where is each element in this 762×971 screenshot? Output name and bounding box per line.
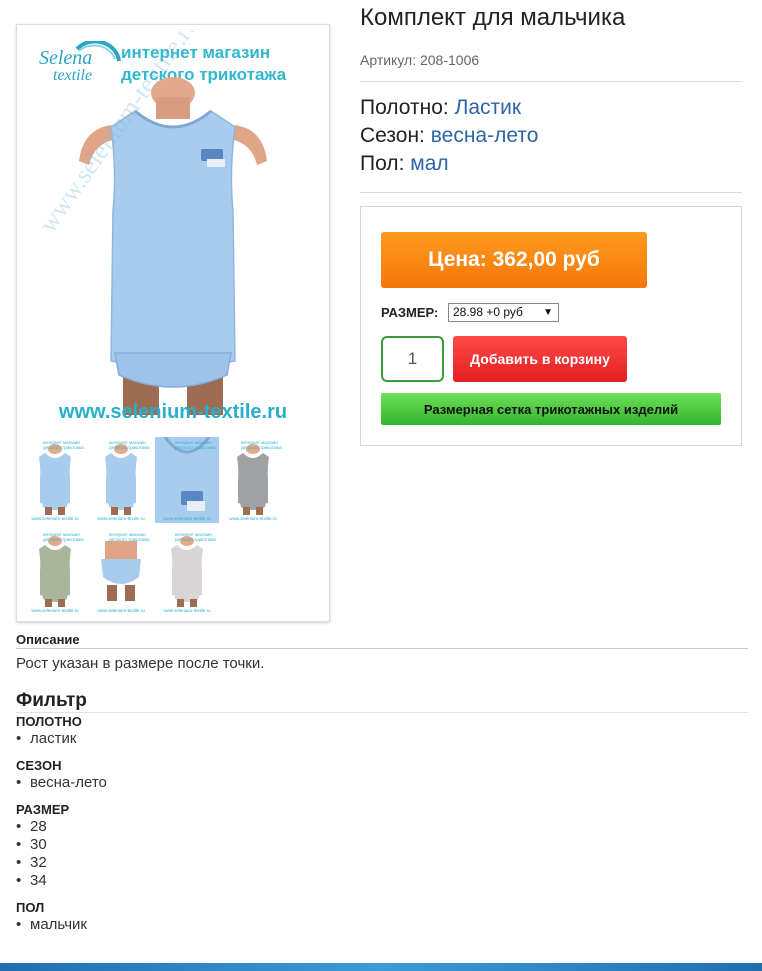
chevron-down-icon: ▼	[543, 307, 553, 318]
svg-text:www.selenium-textile.ru: www.selenium-textile.ru	[163, 516, 211, 521]
svg-text:www.selenium-textile.ru: www.selenium-textile.ru	[31, 608, 79, 613]
divider	[360, 81, 742, 82]
price-button[interactable]: Цена: 362,00 руб	[381, 232, 647, 288]
svg-text:www.selenium-textile.ru: www.selenium-textile.ru	[97, 608, 145, 613]
filter-item[interactable]: • 30	[16, 836, 47, 853]
thumbnail-image: интернет магазин детского трикотажа www.…	[97, 532, 150, 613]
divider	[16, 712, 748, 713]
filter-group-title: СЕЗОН	[16, 758, 62, 773]
description-text: Рост указан в размере после точки.	[16, 655, 265, 672]
gallery-thumbnail[interactable]: интернет магазин детского трикотажа www.…	[23, 437, 87, 523]
main-product-photo[interactable]: Selena textile интернет магазин детского…	[23, 31, 323, 431]
product-gallery: Selena textile интернет магазин детского…	[16, 24, 330, 622]
gallery-thumbnail[interactable]: интернет магазин детского трикотажа www.…	[155, 437, 219, 523]
filter-item[interactable]: • мальчик	[16, 916, 87, 933]
site-url: www.selenium-textile.ru	[58, 401, 288, 423]
attribute-value-link[interactable]: весна-лето	[431, 124, 539, 147]
purchase-panel: Цена: 362,00 руб РАЗМЕР: 28.98 +0 руб ▼ …	[360, 206, 742, 446]
svg-text:детского трикотажа: детского трикотажа	[43, 445, 84, 450]
attribute-fabric: Полотно: Ластик	[360, 96, 522, 119]
quantity-input[interactable]: 1	[381, 336, 444, 382]
thumbnail-image: интернет магазин детского трикотажа www.…	[229, 440, 282, 521]
svg-text:www.selenium-textile.ru: www.selenium-textile.ru	[31, 516, 79, 521]
attribute-season: Сезон: весна-лето	[360, 124, 539, 147]
thumbnail-image: интернет магазин детского трикотажа www.…	[31, 532, 84, 613]
filter-item[interactable]: • 28	[16, 818, 47, 835]
svg-text:детского трикотажа: детского трикотажа	[241, 445, 282, 450]
thumbnail-image: интернет магазин детского трикотажа www.…	[97, 440, 150, 521]
filter-group-title: ПОЛОТНО	[16, 714, 82, 729]
gallery-thumbnail[interactable]: интернет магазин детского трикотажа www.…	[23, 529, 87, 615]
filter-item[interactable]: • ластик	[16, 730, 76, 747]
divider	[16, 648, 748, 649]
product-attributes: Полотно: Ластик Сезон: весна-лето Пол: м…	[360, 94, 538, 178]
filter-item[interactable]: • 34	[16, 872, 47, 889]
filter-heading: Фильтр	[16, 690, 87, 711]
filter-group-title: ПОЛ	[16, 900, 45, 915]
thumbnail-image: интернет магазин детского трикотажа www.…	[155, 437, 219, 523]
thumbnail-image: интернет магазин детского трикотажа www.…	[31, 440, 84, 521]
gallery-thumbnail[interactable]: интернет магазин детского трикотажа www.…	[155, 529, 219, 615]
attribute-value-link[interactable]: Ластик	[455, 96, 522, 119]
product-image	[79, 77, 267, 415]
svg-text:детского трикотажа: детского трикотажа	[175, 537, 216, 542]
svg-text:www.selenium-textile.ru: www.selenium-textile.ru	[163, 608, 211, 613]
svg-text:www.selenium-textile.ru: www.selenium-textile.ru	[97, 516, 145, 521]
product-title: Комплект для мальчика	[360, 4, 626, 31]
svg-text:www.selenium-textile.ru: www.selenium-textile.ru	[229, 516, 277, 521]
filter-item[interactable]: • 32	[16, 854, 47, 871]
thumbnail-image: интернет магазин детского трикотажа www.…	[163, 532, 216, 613]
attribute-value-link[interactable]: мал	[410, 152, 448, 175]
filter-group-title: РАЗМЕР	[16, 802, 70, 817]
product-sku: Артикул: 208-1006	[360, 52, 480, 68]
size-label: РАЗМЕР:	[381, 305, 439, 320]
size-chart-button[interactable]: Размерная сетка трикотажных изделий	[381, 393, 721, 425]
divider	[360, 192, 742, 193]
svg-text:детского трикотажа: детского трикотажа	[175, 445, 216, 450]
add-to-cart-button[interactable]: Добавить в корзину	[453, 336, 627, 382]
svg-text:детского трикотажа: детского трикотажа	[109, 537, 150, 542]
description-heading: Описание	[16, 632, 80, 647]
svg-text:детского трикотажа: детского трикотажа	[109, 445, 150, 450]
filter-item[interactable]: • весна-лето	[16, 774, 107, 791]
gallery-thumbnail[interactable]: интернет магазин детского трикотажа www.…	[89, 437, 153, 523]
footer-bar	[0, 963, 762, 971]
size-select[interactable]: 28.98 +0 руб ▼	[448, 303, 559, 322]
gallery-thumbnail[interactable]: интернет магазин детского трикотажа www.…	[221, 437, 285, 523]
svg-text:детского трикотажа: детского трикотажа	[43, 537, 84, 542]
attribute-gender: Пол: мал	[360, 152, 449, 175]
gallery-thumbnail[interactable]: интернет магазин детского трикотажа www.…	[89, 529, 153, 615]
